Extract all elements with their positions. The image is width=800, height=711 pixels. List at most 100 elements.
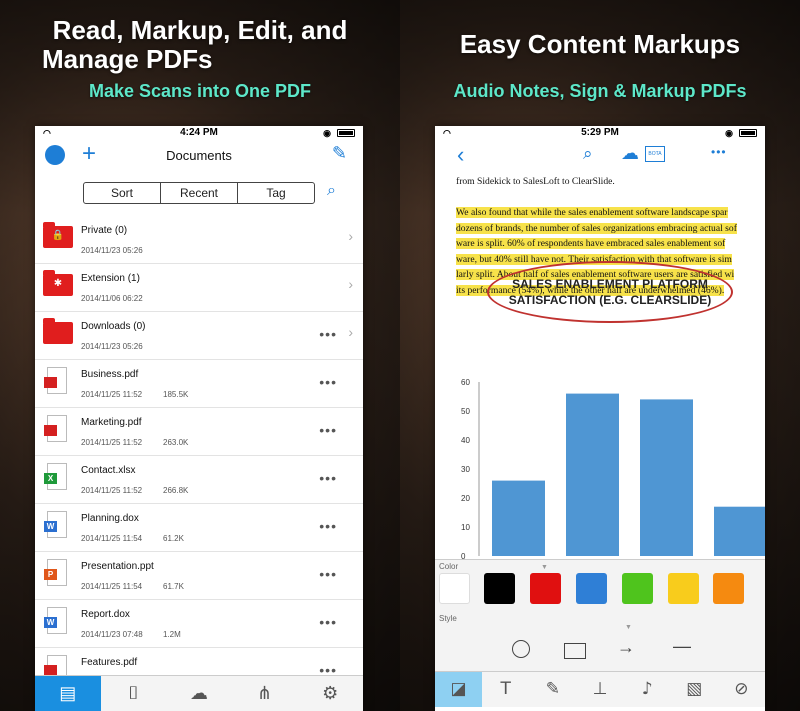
- rotation-lock-icon: ◉: [725, 128, 733, 138]
- chevron-right-icon[interactable]: ›: [348, 276, 353, 292]
- more-options-icon[interactable]: •••: [319, 518, 337, 534]
- text-tool-icon[interactable]: T: [482, 672, 529, 707]
- list-item[interactable]: W Report.dox 2014/11/23 07:48 1.2M •••: [35, 600, 363, 648]
- ppt-file-icon: P: [44, 559, 67, 586]
- gear-icon[interactable]: ⚙: [297, 676, 363, 711]
- item-name: Extension (1): [81, 273, 140, 284]
- item-name: Contact.xlsx: [81, 465, 136, 476]
- color-swatch[interactable]: [713, 573, 744, 604]
- color-swatch[interactable]: [668, 573, 699, 604]
- list-item[interactable]: W Planning.dox 2014/11/25 11:54 61.2K •••: [35, 504, 363, 552]
- doc-file-icon: W: [44, 511, 67, 538]
- more-options-icon[interactable]: •••: [319, 374, 337, 390]
- circle-shape-icon[interactable]: [512, 640, 530, 658]
- compose-icon[interactable]: ✎: [332, 143, 347, 164]
- search-icon[interactable]: ⌕: [327, 182, 336, 200]
- line-shape-icon[interactable]: —: [673, 636, 691, 657]
- left-headline-line2: Manage PDFs: [42, 44, 213, 74]
- chart-bar: [566, 393, 619, 556]
- bar-chart: 6050403020100: [461, 378, 765, 561]
- list-item[interactable]: Marketing.pdf 2014/11/25 11:52 263.0K •••: [35, 408, 363, 456]
- item-name: Features.pdf: [81, 657, 138, 668]
- stamp-tool-icon[interactable]: ⊥: [576, 672, 623, 707]
- y-tick-label: 40: [461, 436, 470, 445]
- y-tick-label: 10: [461, 523, 470, 532]
- arrow-shape-icon[interactable]: →: [617, 637, 635, 658]
- link-tool-icon[interactable]: ⊘: [718, 672, 765, 707]
- more-options-icon[interactable]: •••: [319, 422, 337, 438]
- item-date: 2014/11/25 11:52: [81, 486, 143, 495]
- status-time: 5:29 PM: [581, 127, 619, 138]
- item-name: Private (0): [81, 225, 128, 236]
- shape-tool-icon[interactable]: ◪: [435, 672, 483, 707]
- more-icon[interactable]: •••: [711, 145, 727, 159]
- more-options-icon[interactable]: •••: [319, 614, 337, 630]
- left-promo-panel: Read, Markup, Edit, and Manage PDFs Make…: [0, 0, 400, 711]
- list-item[interactable]: X Contact.xlsx 2014/11/25 11:52 266.8K •••: [35, 456, 363, 504]
- page-title: Documents: [166, 148, 232, 163]
- more-options-icon[interactable]: •••: [319, 470, 337, 486]
- rectangle-shape-icon[interactable]: [564, 643, 586, 659]
- chart-bar: [492, 480, 545, 556]
- item-size: 61.2K: [163, 534, 184, 543]
- xlsx-file-icon: X: [44, 463, 67, 490]
- item-name: Report.dox: [81, 609, 130, 620]
- item-size: 263.0K: [163, 438, 189, 447]
- list-item[interactable]: Downloads (0) 2014/11/23 05:26 ••• ›: [35, 312, 363, 360]
- color-label: Color: [439, 562, 459, 571]
- right-subline: Audio Notes, Sign & Markup PDFs: [453, 81, 747, 101]
- sort-button[interactable]: Sort: [84, 183, 161, 203]
- item-name: Marketing.pdf: [81, 417, 142, 428]
- list-item[interactable]: ✱ Extension (1) 2014/11/06 06:22 ›: [35, 264, 363, 312]
- item-name: Presentation.ppt: [81, 561, 154, 572]
- bota-icon[interactable]: BOTA: [645, 146, 665, 162]
- color-swatch[interactable]: [576, 573, 607, 604]
- file-type-badge: W: [44, 617, 57, 628]
- color-swatch[interactable]: [439, 573, 470, 604]
- recent-button[interactable]: Recent: [161, 183, 238, 203]
- more-options-icon[interactable]: •••: [319, 326, 337, 342]
- color-swatch[interactable]: [622, 573, 653, 604]
- documents-navbar: + Documents ✎: [35, 140, 363, 170]
- item-date: 2014/11/25 11:52: [81, 390, 143, 399]
- camera-icon[interactable]: ⌷: [101, 676, 167, 711]
- chart-bar: [714, 506, 765, 556]
- file-type-badge: [44, 425, 57, 436]
- style-label: Style: [439, 614, 457, 623]
- chevron-down-icon: ▼: [625, 624, 632, 631]
- item-name: Planning.dox: [81, 513, 139, 524]
- folder-badge: ✱: [53, 278, 63, 289]
- list-item[interactable]: Business.pdf 2014/11/25 11:52 185.5K •••: [35, 360, 363, 408]
- back-icon[interactable]: ‹: [457, 142, 464, 168]
- item-date: 2014/11/23 07:48: [81, 630, 143, 639]
- text-run: from Sidekick to SalesLoft to ClearSlide…: [456, 176, 615, 187]
- text-run: dozens of brands, the number of sales or…: [456, 222, 737, 234]
- color-swatch[interactable]: [484, 573, 515, 604]
- file-type-badge: P: [44, 569, 57, 580]
- bottom-tab-bar: ▤ ⌷ ☁ ⋔ ⚙: [35, 675, 363, 711]
- chevron-right-icon[interactable]: ›: [348, 324, 353, 340]
- markup-screen: ◠ 5:29 PM ◉ ‹ ⌕ ☁ BOTA ••• from Sidekick…: [435, 126, 765, 711]
- documents-screen: ◠ 4:24 PM ◉ + Documents ✎ Sort Recent Ta…: [35, 126, 363, 711]
- pdf-file-icon: [44, 415, 67, 442]
- tag-button[interactable]: Tag: [238, 183, 314, 203]
- list-item[interactable]: 🔒 Private (0) 2014/11/23 05:26 ›: [35, 216, 363, 264]
- left-headline-line1: Read, Markup, Edit, and: [52, 15, 348, 45]
- cloud-download-icon[interactable]: ☁: [166, 676, 232, 711]
- image-tool-icon[interactable]: ▧: [671, 672, 718, 707]
- markup-toolbar: ◪ T ✎ ⊥ ♪ ▧ ⊘: [435, 671, 765, 707]
- more-options-icon[interactable]: •••: [319, 566, 337, 582]
- doc-file-icon: W: [44, 607, 67, 634]
- cloud-download-icon[interactable]: ☁: [621, 143, 639, 164]
- chart-bar: [640, 399, 693, 556]
- search-icon[interactable]: ⌕: [583, 144, 593, 164]
- microphone-tool-icon[interactable]: ♪: [624, 672, 671, 707]
- rotation-lock-icon: ◉: [323, 128, 331, 138]
- file-type-badge: [44, 377, 57, 388]
- list-item[interactable]: P Presentation.ppt 2014/11/25 11:54 61.7K ••…: [35, 552, 363, 600]
- color-swatch[interactable]: [530, 573, 561, 604]
- chevron-right-icon[interactable]: ›: [348, 228, 353, 244]
- connect-icon[interactable]: ⋔: [232, 676, 298, 711]
- pen-tool-icon[interactable]: ✎: [529, 672, 576, 707]
- document-list-icon[interactable]: ▤: [35, 676, 101, 711]
